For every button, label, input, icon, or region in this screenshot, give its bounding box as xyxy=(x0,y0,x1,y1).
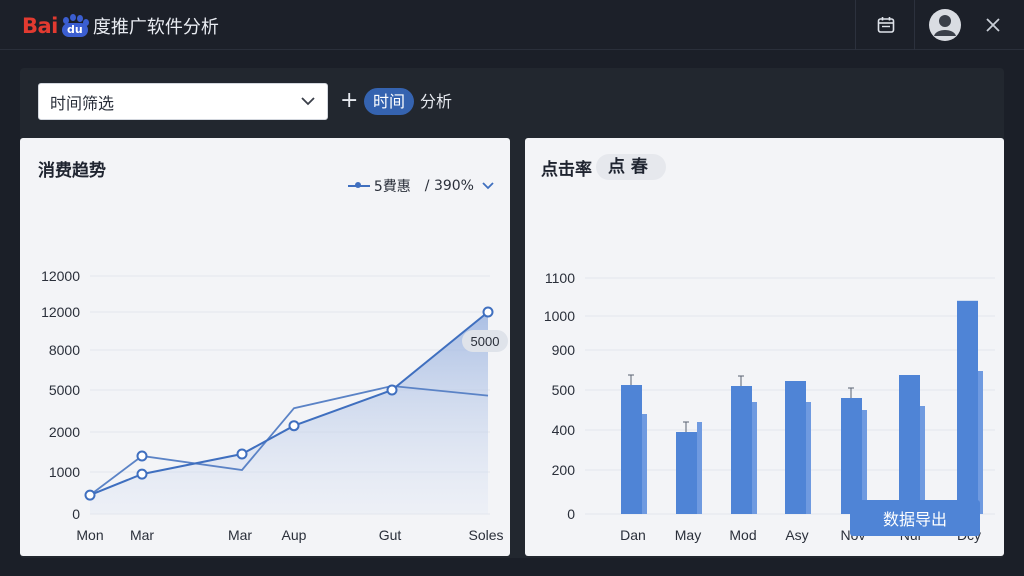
title-bar: Bai du 度推广软件分析 xyxy=(0,0,1024,50)
main-panel: 时间筛选 + 时间 分析 消费趋势 5費惠 / 390% 0 1000 2000 50… xyxy=(20,68,1004,558)
y-tick-label: 5000 xyxy=(49,382,80,398)
bar xyxy=(642,414,647,514)
chart-legend[interactable]: 5費惠 / 390% xyxy=(347,176,494,196)
y-tick-label: 200 xyxy=(552,462,576,478)
export-data-button[interactable]: 数据导出 xyxy=(850,500,980,536)
y-tick-label: 900 xyxy=(552,342,576,358)
x-tick-label: Mon xyxy=(76,527,103,543)
bar xyxy=(978,371,983,514)
x-tick-label: Aup xyxy=(282,527,307,543)
y-tick-label: 1000 xyxy=(49,464,80,480)
y-tick-label: 12000 xyxy=(41,304,80,320)
x-tick-label: Gut xyxy=(379,527,402,543)
legend-swatch xyxy=(347,181,370,191)
bar xyxy=(785,381,806,514)
y-tick-label: 2000 xyxy=(49,424,80,440)
time-filter-select[interactable]: 时间筛选 xyxy=(38,83,328,120)
filter-toolbar: 时间筛选 + 时间 分析 xyxy=(20,68,1004,138)
y-tick-label: 8000 xyxy=(49,342,80,358)
x-tick-label: Asy xyxy=(785,527,808,543)
spend-trend-card: 消费趋势 5費惠 / 390% 0 1000 2000 5000 8000 12000 12… xyxy=(20,138,510,556)
spend-trend-title: 消费趋势 xyxy=(38,161,106,181)
chevron-down-icon xyxy=(482,182,494,190)
titlebar-divider xyxy=(855,0,856,50)
logo-wordmark: Bai xyxy=(22,14,58,38)
data-point xyxy=(386,384,398,396)
bar xyxy=(697,422,702,514)
data-point xyxy=(136,450,148,462)
y-tick-label: 12000 xyxy=(41,268,80,284)
paw-icon: du xyxy=(60,14,90,38)
data-point xyxy=(236,448,248,460)
data-point xyxy=(482,306,494,318)
y-tick-label: 500 xyxy=(552,382,576,398)
x-tick-label: May xyxy=(675,527,701,543)
x-tick-label: Mar xyxy=(130,527,154,543)
calendar-icon[interactable] xyxy=(873,12,899,38)
bar xyxy=(621,385,642,514)
y-tick-label: 400 xyxy=(552,422,576,438)
y-tick-label: 1100 xyxy=(545,270,575,286)
data-point xyxy=(288,420,300,432)
bar xyxy=(920,406,925,514)
time-filter-value: 时间筛选 xyxy=(50,93,115,113)
chevron-down-icon xyxy=(301,97,315,106)
add-filter-button[interactable]: + xyxy=(340,88,358,114)
bar xyxy=(752,402,757,514)
bar xyxy=(676,432,697,514)
bar xyxy=(899,375,920,514)
value-tooltip-text: 5000 xyxy=(471,334,500,349)
ctr-bar-chart: 020040050090010001100DanMayModAsyNovNurD… xyxy=(544,270,995,543)
ctr-title: 点击率 xyxy=(541,159,592,180)
bar xyxy=(731,386,752,514)
bar xyxy=(862,410,867,514)
bar xyxy=(841,398,862,514)
legend-percent: / 390% xyxy=(424,178,474,194)
spend-line-chart: 0 1000 2000 5000 8000 12000 12000 Mon Mar Mar Aup G… xyxy=(41,268,508,543)
y-tick-label: 0 xyxy=(72,506,80,522)
close-icon[interactable] xyxy=(980,12,1006,38)
analysis-label: 分析 xyxy=(420,92,453,111)
titlebar-divider xyxy=(914,0,915,50)
ctr-tag[interactable]: 点 春 xyxy=(596,154,666,180)
bar xyxy=(806,402,811,514)
x-tick-label: Soles xyxy=(468,527,503,543)
y-tick-label: 0 xyxy=(567,506,575,522)
x-tick-label: Mod xyxy=(729,527,756,543)
data-point xyxy=(136,468,148,480)
app-title: 度推广软件分析 xyxy=(92,17,219,38)
user-avatar-icon[interactable] xyxy=(928,8,962,42)
data-point xyxy=(84,489,96,501)
ctr-header: 点击率 点 春 xyxy=(541,154,666,180)
y-tick-label: 1000 xyxy=(544,308,575,324)
x-tick-label: Dan xyxy=(620,527,646,543)
logo-paw-text: du xyxy=(61,23,88,37)
bar xyxy=(957,300,978,514)
ctr-card: 点击率 点 春 0 200 400 500 900 1000 1100 Dan May Mod As… xyxy=(525,138,1004,556)
legend-label: 5費惠 xyxy=(373,179,411,195)
time-analysis-chip[interactable]: 时间 xyxy=(364,88,415,115)
app-logo: Bai du 度推广软件分析 xyxy=(22,12,219,40)
x-tick-label: Mar xyxy=(228,527,252,543)
